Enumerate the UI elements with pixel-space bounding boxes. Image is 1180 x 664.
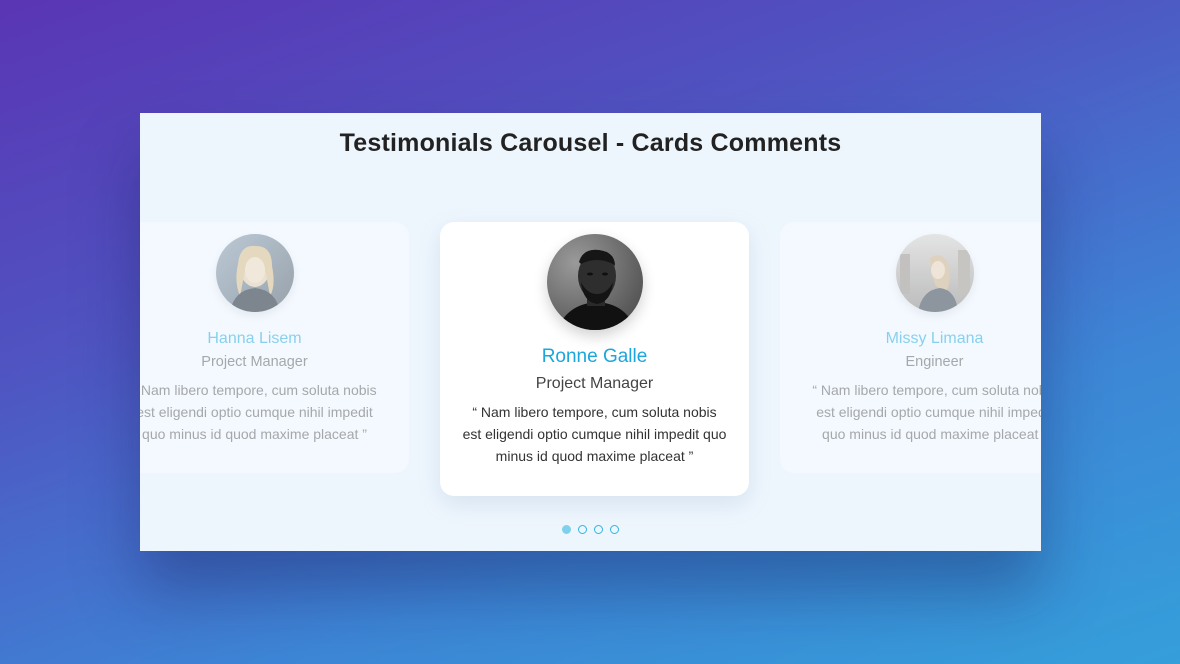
testimonial-role: Engineer: [905, 354, 964, 370]
carousel-dot-3[interactable]: [594, 525, 603, 534]
testimonial-name: Missy Limana: [885, 330, 984, 347]
carousel-dot-1[interactable]: [562, 525, 571, 534]
testimonials-panel: Testimonials Carousel - Cards Comments H…: [140, 113, 1041, 551]
testimonial-quote: “ Nam libero tempore, cum soluta nobis e…: [462, 404, 727, 464]
testimonial-name: Hanna Lisem: [207, 330, 302, 347]
avatar: [895, 234, 974, 312]
testimonial-role: Project Manager: [535, 375, 654, 392]
carousel-dot-4[interactable]: [610, 525, 619, 534]
testimonial-name: Ronne Galle: [541, 346, 648, 367]
testimonial-card-ronne[interactable]: Ronne Galle Project Manager “ Nam libero…: [440, 222, 749, 496]
avatar: [215, 234, 294, 312]
testimonial-role: Project Manager: [201, 354, 308, 370]
testimonial-card-missy[interactable]: Missy Limana Engineer “ Nam libero tempo…: [780, 222, 1041, 473]
carousel-dot-2[interactable]: [578, 525, 587, 534]
page-title: Testimonials Carousel - Cards Comments: [339, 129, 842, 157]
avatar: [546, 234, 643, 330]
testimonial-quote: “ Nam libero tempore, cum soluta nobis e…: [140, 382, 377, 442]
testimonial-quote: “ Nam libero tempore, cum soluta nobis e…: [812, 382, 1041, 442]
testimonial-card-hanna[interactable]: Hanna Lisem Project Manager “ Nam libero…: [140, 222, 409, 473]
carousel-pagination: [140, 525, 1041, 534]
